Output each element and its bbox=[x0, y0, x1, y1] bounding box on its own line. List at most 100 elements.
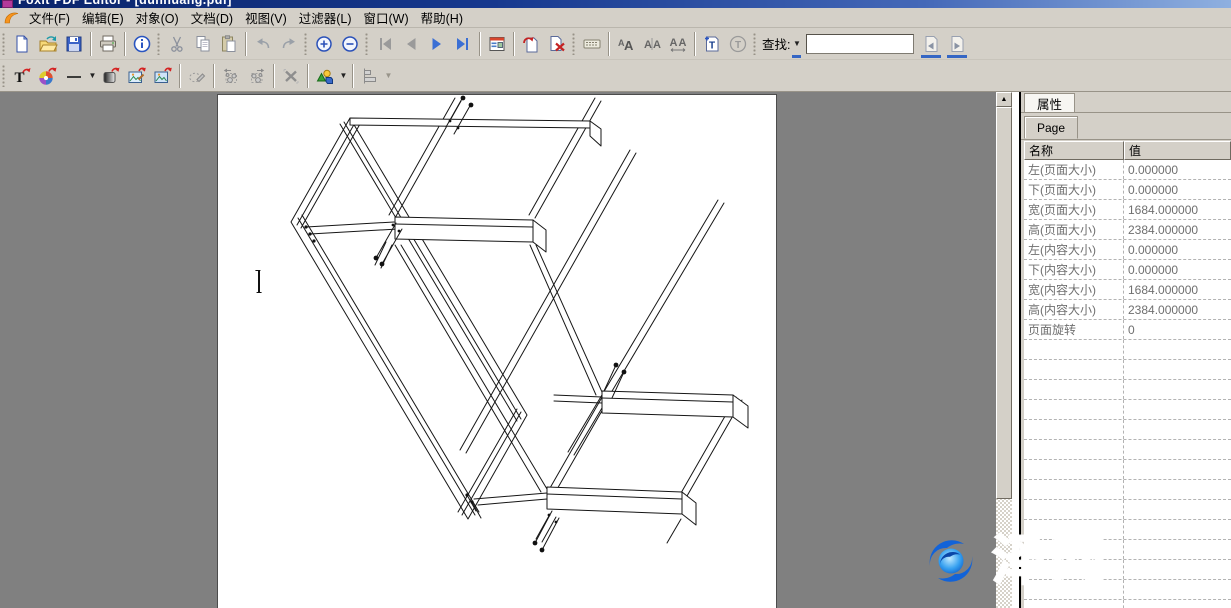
cut-icon bbox=[167, 34, 187, 54]
toolbar-separator bbox=[608, 32, 610, 56]
property-value[interactable]: 0.000000 bbox=[1124, 160, 1231, 179]
scroll-up-button[interactable]: ▲ bbox=[996, 92, 1012, 107]
find-options-dropdown[interactable]: ▼ bbox=[791, 31, 802, 57]
rotate-left-object-icon bbox=[221, 66, 241, 86]
menu-item-edit[interactable]: 编辑(E) bbox=[76, 7, 130, 28]
zoom-out-button[interactable] bbox=[337, 31, 363, 57]
text-mode-button[interactable]: T bbox=[725, 31, 751, 57]
tab-page[interactable]: Page bbox=[1024, 116, 1078, 139]
next-page-button[interactable] bbox=[424, 31, 450, 57]
page-layout-button[interactable] bbox=[484, 31, 510, 57]
save-button[interactable] bbox=[61, 31, 87, 57]
toolbar-grip[interactable] bbox=[304, 33, 308, 55]
replace-image-object-icon bbox=[153, 66, 173, 86]
shape-type-dropdown[interactable]: ▼ bbox=[338, 63, 349, 89]
transform-object-icon bbox=[187, 66, 207, 86]
property-row: 下(页面大小) 0.000000 bbox=[1024, 180, 1231, 200]
find-previous-button[interactable] bbox=[918, 31, 944, 57]
add-color-object-button[interactable] bbox=[35, 63, 61, 89]
zoom-in-icon bbox=[314, 34, 334, 54]
menu-item-file[interactable]: 文件(F) bbox=[23, 7, 76, 28]
document-info-button[interactable] bbox=[129, 31, 155, 57]
zoom-in-button[interactable] bbox=[311, 31, 337, 57]
align-objects-button[interactable] bbox=[357, 63, 383, 89]
font-kerning-button[interactable]: A A bbox=[639, 31, 665, 57]
vertical-scrollbar[interactable]: ▲ bbox=[996, 92, 1012, 608]
edit-image-object-button[interactable] bbox=[124, 63, 150, 89]
font-pair-button[interactable]: A A bbox=[613, 31, 639, 57]
document-canvas[interactable] bbox=[0, 92, 996, 608]
delete-page-button[interactable] bbox=[544, 31, 570, 57]
last-page-button[interactable] bbox=[450, 31, 476, 57]
print-button[interactable] bbox=[95, 31, 121, 57]
menu-item-help[interactable]: 帮助(H) bbox=[415, 7, 469, 28]
toolbar-grip[interactable] bbox=[572, 33, 576, 55]
menu-item-window[interactable]: 窗口(W) bbox=[358, 7, 415, 28]
add-shading-object-button[interactable] bbox=[98, 63, 124, 89]
window-app-icon bbox=[2, 0, 13, 8]
rotate-left-object-button[interactable] bbox=[218, 63, 244, 89]
find-input[interactable] bbox=[806, 34, 914, 54]
toolbar-separator bbox=[352, 64, 354, 88]
import-page-button[interactable] bbox=[518, 31, 544, 57]
align-type-dropdown[interactable]: ▼ bbox=[383, 63, 394, 89]
property-row: 宽(页面大小) 1684.000000 bbox=[1024, 200, 1231, 220]
previous-page-button[interactable] bbox=[398, 31, 424, 57]
column-header-value[interactable]: 值 bbox=[1124, 141, 1231, 160]
first-page-button[interactable] bbox=[372, 31, 398, 57]
paste-button[interactable] bbox=[216, 31, 242, 57]
property-value[interactable]: 0.000000 bbox=[1124, 180, 1231, 199]
delete-object-button[interactable] bbox=[278, 63, 304, 89]
toolbar-grip[interactable] bbox=[2, 65, 6, 87]
property-value[interactable]: 2384.000000 bbox=[1124, 300, 1231, 319]
menu-item-view[interactable]: 视图(V) bbox=[239, 7, 293, 28]
property-row-empty bbox=[1024, 540, 1231, 560]
line-style-dropdown[interactable]: ▼ bbox=[87, 63, 98, 89]
toolbar-grip[interactable] bbox=[365, 33, 369, 55]
menu-item-object[interactable]: 对象(O) bbox=[130, 7, 185, 28]
toolbar-grip[interactable] bbox=[753, 33, 757, 55]
property-value[interactable]: 0.000000 bbox=[1124, 260, 1231, 279]
new-document-button[interactable] bbox=[9, 31, 35, 57]
open-document-button[interactable] bbox=[35, 31, 61, 57]
find-next-button[interactable] bbox=[944, 31, 970, 57]
toolbar-grip[interactable] bbox=[157, 33, 161, 55]
property-value[interactable]: 1684.000000 bbox=[1124, 280, 1231, 299]
add-line-object-button[interactable] bbox=[61, 63, 87, 89]
property-value[interactable]: 1684.000000 bbox=[1124, 200, 1231, 219]
properties-panel-tab[interactable]: 属性 bbox=[1024, 93, 1075, 112]
column-header-name[interactable]: 名称 bbox=[1024, 141, 1124, 160]
font-width-button[interactable]: A A bbox=[665, 31, 691, 57]
edit-image-object-icon bbox=[127, 66, 147, 86]
insert-shape-button[interactable] bbox=[312, 63, 338, 89]
property-grid: 名称 值 左(页面大小) 0.000000 下(页面大小) 0.000000 宽… bbox=[1024, 141, 1231, 608]
property-value[interactable]: 2384.000000 bbox=[1124, 220, 1231, 239]
redo-button[interactable] bbox=[276, 31, 302, 57]
transform-object-button[interactable] bbox=[184, 63, 210, 89]
property-value[interactable]: 0.000000 bbox=[1124, 240, 1231, 259]
add-text-button[interactable]: T bbox=[699, 31, 725, 57]
undo-button[interactable] bbox=[250, 31, 276, 57]
keyboard-button[interactable] bbox=[579, 31, 605, 57]
scrollbar-thumb[interactable] bbox=[996, 107, 1012, 499]
property-row-empty bbox=[1024, 500, 1231, 520]
rotate-right-object-button[interactable] bbox=[244, 63, 270, 89]
replace-image-object-button[interactable] bbox=[150, 63, 176, 89]
add-color-object-icon bbox=[38, 66, 58, 86]
property-value[interactable]: 0 bbox=[1124, 320, 1231, 339]
add-text-object-button[interactable]: T bbox=[9, 63, 35, 89]
find-next-icon bbox=[947, 34, 967, 54]
pdf-page[interactable] bbox=[218, 95, 776, 608]
property-row-empty bbox=[1024, 400, 1231, 420]
find-previous-icon bbox=[921, 34, 941, 54]
property-row-empty bbox=[1024, 580, 1231, 600]
menu-item-filter[interactable]: 过滤器(L) bbox=[293, 7, 358, 28]
save-icon bbox=[64, 34, 84, 54]
panel-caption-bar: 属性 bbox=[1021, 92, 1231, 113]
toolbar-grip[interactable] bbox=[2, 33, 6, 55]
menu-item-document[interactable]: 文档(D) bbox=[185, 7, 239, 28]
property-row-empty bbox=[1024, 460, 1231, 480]
copy-button[interactable] bbox=[190, 31, 216, 57]
cut-button[interactable] bbox=[164, 31, 190, 57]
toolbar-separator bbox=[90, 32, 92, 56]
